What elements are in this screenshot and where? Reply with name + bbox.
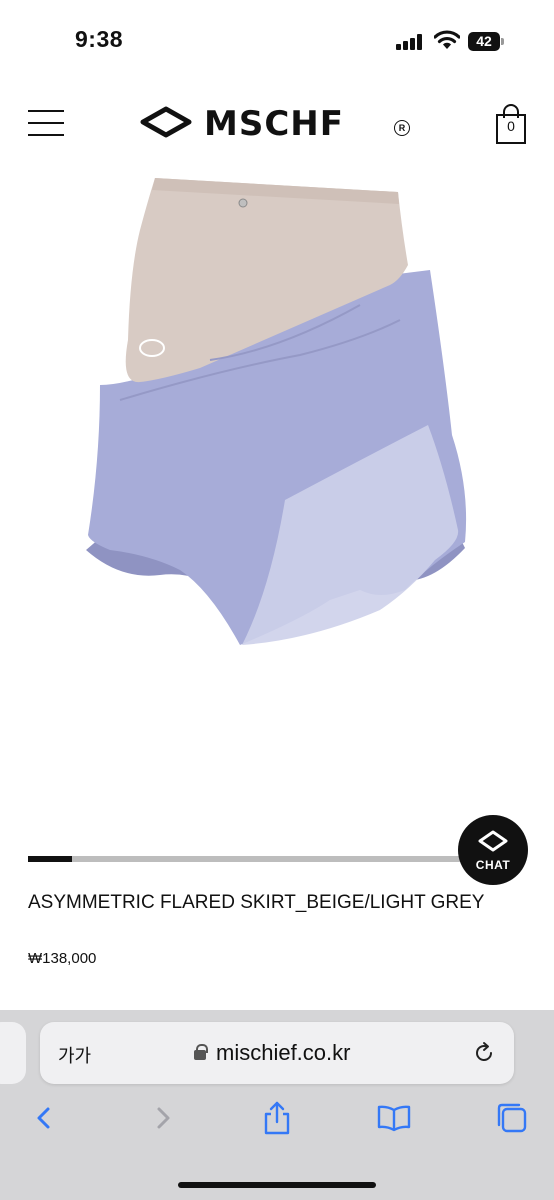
forward-icon[interactable] (146, 1100, 182, 1136)
tabs-icon[interactable] (494, 1100, 530, 1136)
chat-eye-icon (478, 830, 508, 852)
bookmarks-icon[interactable] (376, 1100, 412, 1136)
cart-count: 0 (507, 118, 515, 134)
brand-name: MSCHF (204, 104, 344, 144)
previous-tab-preview[interactable] (0, 1022, 26, 1084)
battery-icon: 42 (468, 32, 504, 51)
logo-eye-icon (140, 106, 192, 138)
share-icon[interactable] (259, 1100, 295, 1136)
reload-icon[interactable] (472, 1041, 496, 1065)
battery-level: 42 (476, 33, 492, 49)
cart-icon[interactable]: 0 (496, 104, 526, 144)
chat-label: CHAT (475, 858, 511, 872)
back-icon[interactable] (28, 1100, 64, 1136)
status-time: 9:38 (75, 26, 124, 52)
menu-icon[interactable] (28, 110, 64, 136)
registered-mark: R (394, 120, 410, 136)
product-title: ASYMMETRIC FLARED SKIRT_BEIGE/LIGHT GREY (28, 892, 485, 913)
chat-button[interactable]: CHAT (458, 815, 528, 885)
home-indicator[interactable] (178, 1182, 376, 1188)
text-size-button[interactable]: 가가 (58, 1042, 91, 1068)
gallery-progress-fill (28, 856, 72, 862)
brand-logo[interactable]: MSCHF R (140, 104, 412, 144)
lock-icon (194, 1044, 208, 1060)
browser-bottom-bar: 가가 mischief.co.kr (0, 1010, 554, 1200)
url-text[interactable]: mischief.co.kr (216, 1040, 350, 1066)
site-header: MSCHF R 0 (0, 84, 554, 164)
product-image[interactable] (60, 170, 494, 660)
wifi-icon (433, 30, 461, 50)
status-bar: 9:38 42 (0, 0, 554, 84)
gallery-progress-track[interactable] (28, 856, 468, 862)
product-price: ₩138,000 (28, 950, 97, 967)
address-bar[interactable]: 가가 mischief.co.kr (40, 1022, 514, 1084)
signal-icon (396, 34, 426, 50)
